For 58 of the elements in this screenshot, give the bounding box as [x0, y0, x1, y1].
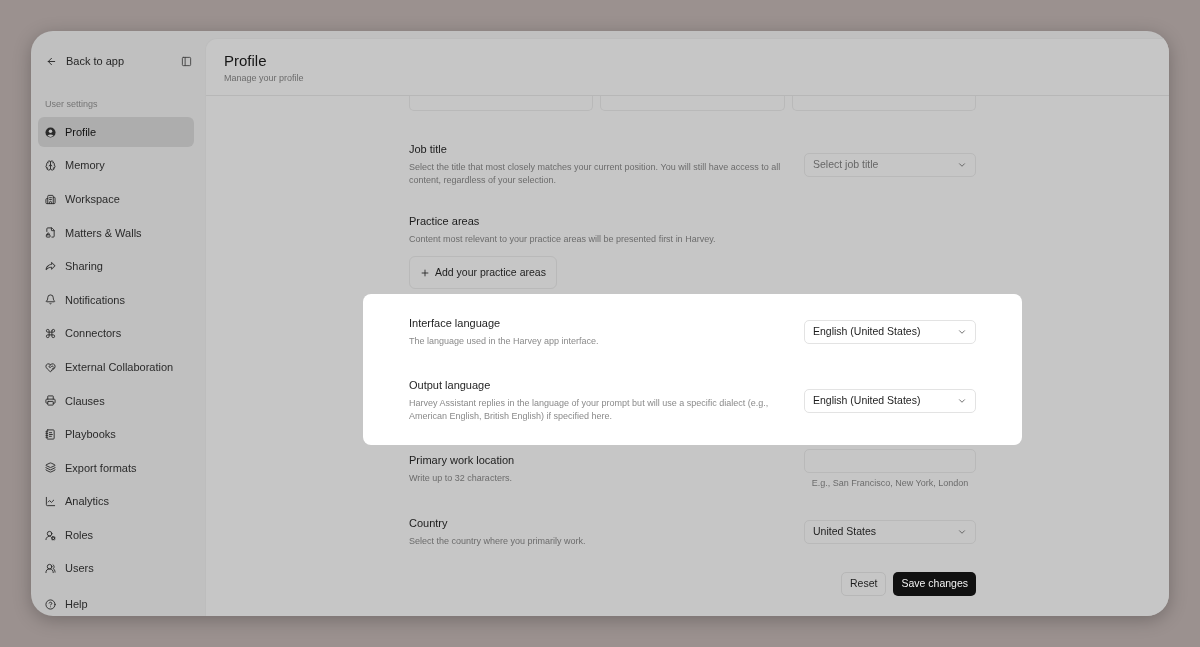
- sidebar-item[interactable]: Clauses: [38, 385, 194, 416]
- section-heading: User settings: [44, 98, 99, 110]
- field-label: Country: [409, 516, 448, 530]
- sidebar-item[interactable]: Workspace: [38, 184, 194, 215]
- sidebar-item[interactable]: External Collaboration: [38, 352, 194, 383]
- field-hint: E.g., San Francisco, New York, London: [811, 477, 969, 489]
- users-icon: [45, 563, 56, 575]
- layers-icon: [45, 462, 56, 474]
- bell-icon: [45, 294, 56, 306]
- sidebar-item[interactable]: Profile: [38, 117, 194, 147]
- chevron-down-icon: [957, 327, 967, 337]
- sidebar-item[interactable]: Help: [38, 589, 194, 616]
- plus-icon: [420, 267, 430, 278]
- building-icon: [45, 193, 56, 205]
- field-description: The language used in the Harvey app interface.: [409, 335, 599, 348]
- sidebar-item[interactable]: Analytics: [38, 486, 194, 517]
- sidebar-item[interactable]: Memory: [38, 150, 194, 181]
- heart-handshake-icon: [45, 361, 56, 373]
- page-title: Profile: [224, 52, 268, 70]
- reset-button[interactable]: Reset: [841, 572, 887, 596]
- field-label: Output language: [409, 378, 491, 392]
- select-field[interactable]: United States: [804, 520, 976, 544]
- field-description: Select the title that most closely matches your current position. You will still have access to all content, regardless of your selection.: [409, 161, 782, 187]
- command-key-icon: [45, 328, 56, 340]
- sidebar-item[interactable]: Playbooks: [38, 419, 194, 450]
- line-chart-icon: [45, 496, 56, 508]
- notebook-icon: [45, 428, 56, 440]
- chevron-down-icon: [957, 527, 967, 537]
- sidebar-item[interactable]: Export formats: [38, 452, 194, 483]
- sidebar-item[interactable]: Roles: [38, 520, 194, 551]
- field-description: Select the country where you primarily work.: [409, 535, 586, 548]
- sidebar-item[interactable]: Sharing: [38, 251, 194, 282]
- sidebar-item[interactable]: Connectors: [38, 318, 194, 349]
- panel-icon[interactable]: [181, 56, 192, 67]
- page-subtitle: Manage your profile: [224, 72, 305, 84]
- share-arrow-icon: [45, 260, 56, 272]
- help-icon: [45, 598, 56, 610]
- add-practice-areas-button[interactable]: Add your practice areas: [409, 256, 557, 289]
- printer-icon: [45, 395, 56, 407]
- sidebar-item[interactable]: Matters & Walls: [38, 217, 194, 248]
- field-description: Content most relevant to your practice areas will be presented first in Harvey.: [409, 233, 716, 246]
- save-button[interactable]: Save changes: [893, 572, 976, 596]
- select-field[interactable]: English (United States): [804, 320, 976, 344]
- field-label: Interface language: [409, 316, 501, 330]
- field-description: Harvey Assistant replies in the language of your prompt but will use a specific dialect (e.g., American English, British English) if specified here.: [409, 397, 770, 423]
- field-description: Write up to 32 characters.: [409, 472, 512, 485]
- sidebar-item[interactable]: Notifications: [38, 284, 194, 315]
- file-lock-icon: [45, 227, 56, 239]
- field-label: Job title: [409, 142, 447, 156]
- user-gear-icon: [45, 529, 56, 541]
- field-label: Primary work location: [409, 453, 515, 467]
- user-circle-icon: [45, 126, 56, 138]
- sidebar-item[interactable]: Users: [38, 553, 194, 584]
- field-label: Practice areas: [409, 214, 480, 228]
- brain-icon: [45, 160, 56, 172]
- back-link[interactable]: Back to app: [46, 53, 125, 70]
- arrow-left-icon: [46, 56, 57, 67]
- select-field[interactable]: English (United States): [804, 388, 976, 413]
